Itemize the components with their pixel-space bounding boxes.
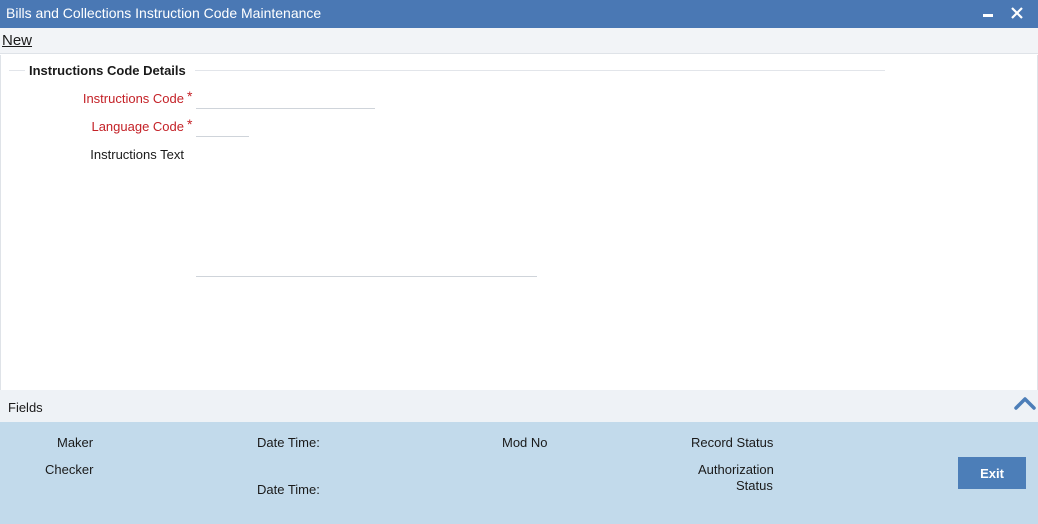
fields-bar: Fields bbox=[0, 390, 1038, 422]
language-code-label: Language Code bbox=[91, 119, 184, 134]
fields-label: Fields bbox=[8, 400, 43, 415]
section-divider bbox=[195, 70, 885, 71]
close-icon[interactable] bbox=[1007, 2, 1027, 24]
minimize-icon[interactable] bbox=[978, 2, 998, 24]
audit-footer: Maker Checker Date Time: Date Time: Mod … bbox=[0, 422, 1038, 524]
section-title: Instructions Code Details bbox=[29, 63, 186, 78]
instructions-text-label: Instructions Text bbox=[90, 147, 184, 162]
authorization-status-label-line1: Authorization bbox=[698, 462, 774, 477]
checker-datetime-label: Date Time: bbox=[257, 482, 320, 497]
instructions-code-input[interactable] bbox=[196, 89, 375, 109]
required-marker: * bbox=[187, 88, 193, 104]
instructions-code-label: Instructions Code bbox=[82, 91, 184, 106]
mod-no-label: Mod No bbox=[502, 435, 548, 450]
maker-label: Maker bbox=[57, 435, 94, 450]
instructions-text-input[interactable] bbox=[196, 151, 537, 277]
authorization-status-label-line2: Status bbox=[736, 478, 773, 493]
section-divider bbox=[9, 70, 25, 71]
record-status-label: Record Status bbox=[691, 435, 774, 450]
toolbar: New bbox=[0, 28, 1038, 54]
window-titlebar: Bills and Collections Instruction Code M… bbox=[0, 0, 1038, 28]
new-link[interactable]: New bbox=[2, 32, 32, 49]
window-title: Bills and Collections Instruction Code M… bbox=[6, 5, 322, 21]
language-code-input[interactable] bbox=[196, 117, 249, 137]
chevron-up-icon[interactable] bbox=[1013, 393, 1037, 413]
form-panel: Instructions Code Details Instructions C… bbox=[0, 55, 1038, 390]
checker-label: Checker bbox=[45, 462, 94, 477]
required-marker: * bbox=[187, 116, 193, 132]
maker-datetime-label: Date Time: bbox=[257, 435, 320, 450]
exit-button[interactable]: Exit bbox=[958, 457, 1026, 489]
